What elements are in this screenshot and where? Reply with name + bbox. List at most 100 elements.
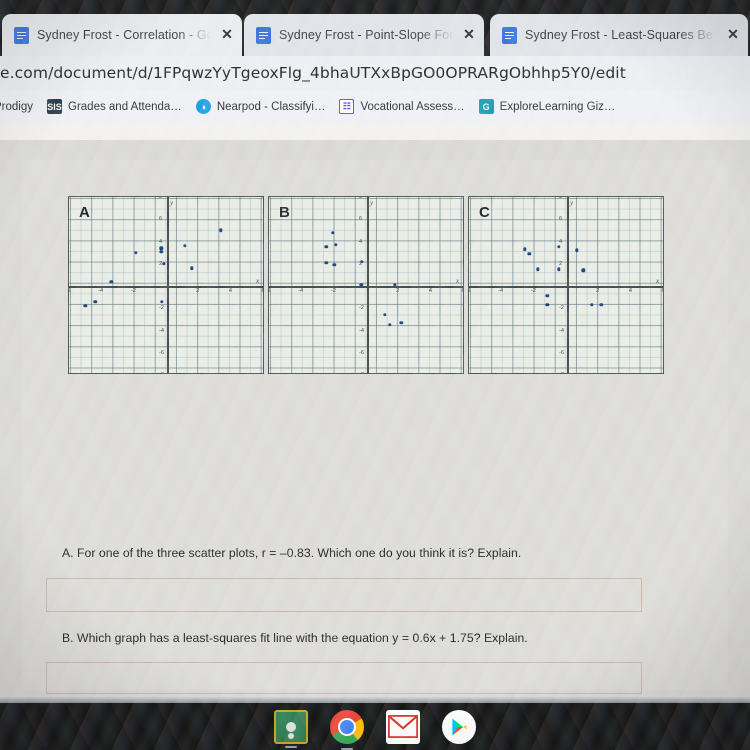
bookmark-explorelearning[interactable]: G ExploreLearning Giz…	[478, 99, 616, 114]
y-axis-label: y	[370, 199, 374, 207]
y-tick-label: -6	[359, 349, 364, 356]
y-tick-label: -2	[359, 305, 364, 312]
bezel-top	[0, 0, 750, 14]
x-tick-label: 6	[462, 288, 464, 294]
y-tick-label: -2	[159, 305, 164, 312]
question-a-text: A. For one of the three scatter plots, r…	[62, 546, 522, 560]
bookmark-grades[interactable]: SIS Grades and Attenda…	[47, 99, 182, 114]
bookmark-vocational[interactable]: ☷ Vocational Assess…	[339, 99, 465, 114]
major-gridlines	[469, 197, 663, 373]
bookmark-label: Vocational Assess…	[360, 100, 465, 113]
x-tick-label: 2	[396, 288, 400, 294]
x-tick-label: -6	[269, 288, 270, 294]
gmail-icon[interactable]	[386, 709, 420, 744]
browser-tab-1[interactable]: Sydney Frost - Correlation - Goog ✕	[2, 14, 242, 56]
nearpod-icon: ◑	[195, 99, 211, 114]
chromeos-shelf	[0, 703, 750, 750]
major-gridlines	[69, 197, 263, 373]
x-tick-label: 4	[628, 288, 632, 294]
y-tick-label: 4	[559, 238, 563, 245]
y-axis-label: y	[170, 199, 174, 207]
y-tick-label: -4	[359, 327, 364, 334]
x-tick-label: -6	[69, 288, 70, 294]
x-tick-label: -2	[130, 288, 136, 294]
chromebook-screen-photo: Sydney Frost - Correlation - Goog ✕ Sydn…	[0, 0, 750, 750]
y-tick-label: -6	[559, 349, 564, 356]
y-tick-label: 8	[159, 196, 163, 200]
x-tick-label: 2	[596, 288, 600, 294]
x-tick-label: 4	[428, 288, 432, 294]
tab-title: Sydney Frost - Point-Slope Form	[279, 28, 454, 42]
bookmark-label: Prodigy	[0, 100, 33, 113]
plot-label-c: C	[479, 204, 490, 221]
browser-tab-2[interactable]: Sydney Frost - Point-Slope Form ✕	[244, 14, 484, 56]
x-tick-label: 6	[662, 288, 664, 294]
y-axis-label: y	[570, 199, 574, 207]
browser-tab-3[interactable]: Sydney Frost - Least-Squares Be ✕	[490, 14, 748, 56]
answer-b-box[interactable]	[46, 662, 642, 694]
browser-tab-strip: Sydney Frost - Correlation - Goog ✕ Sydn…	[0, 14, 750, 56]
x-tick-label: -2	[530, 288, 536, 294]
classroom-icon[interactable]	[274, 709, 308, 748]
address-bar[interactable]: e.com/document/d/1FPqwzYyTgeoxFlg_4bhaUT…	[0, 56, 750, 90]
plot-label-b: B	[279, 204, 290, 221]
x-tick-label: 2	[196, 288, 200, 294]
y-axis	[367, 197, 369, 373]
tab-close-button[interactable]: ✕	[726, 27, 740, 42]
scatter-plot-b: B xy-6-4-2246-8-6-4-22468	[268, 196, 464, 374]
scatter-plot-c: C x y -6 -4 -2 2 4 6 -8 -6 -4 -2 2 4 6 8	[468, 196, 664, 374]
google-docs-icon	[14, 26, 29, 44]
y-axis	[167, 197, 169, 373]
x-tick-label: 4	[228, 288, 232, 294]
google-docs-icon	[256, 26, 271, 44]
x-axis-label: x	[256, 277, 260, 285]
question-b-text: B. Which graph has a least-squares fit l…	[62, 631, 528, 645]
google-docs-icon	[502, 26, 517, 44]
x-axis-label: x	[656, 277, 660, 285]
bookmark-label: Nearpod - Classifyi…	[216, 100, 326, 113]
bookmarks-bar: Prodigy SIS Grades and Attenda… ◑ Nearpo…	[0, 90, 750, 123]
y-tick-label: 6	[159, 216, 163, 223]
gizmo-icon: G	[478, 99, 494, 114]
tab-close-button[interactable]: ✕	[462, 27, 476, 42]
y-tick-label: 2	[559, 260, 563, 267]
play-store-icon[interactable]	[442, 709, 476, 744]
scatter-plot-a: A xy-6-4-2246-8-6-4-22468	[68, 196, 264, 374]
y-axis	[567, 197, 569, 373]
y-tick-label: 8	[559, 196, 563, 200]
bookmark-label: ExploreLearning Giz…	[499, 100, 616, 113]
y-tick-label: 4	[359, 238, 363, 245]
y-tick-label: -2	[559, 305, 564, 312]
y-tick-label: 6	[359, 216, 363, 223]
scatter-plot-group: A xy-6-4-2246-8-6-4-22468 B xy-6-4-2246-…	[68, 196, 680, 374]
answer-a-box[interactable]	[46, 578, 642, 612]
x-tick-label: -4	[298, 288, 304, 294]
x-tick-label: -4	[98, 288, 104, 294]
tab-title: Sydney Frost - Least-Squares Be	[525, 28, 713, 42]
y-tick-label: 8	[359, 196, 363, 200]
x-tick-label: -6	[469, 288, 470, 294]
y-tick-label: -8	[359, 372, 364, 373]
y-tick-label: 4	[159, 238, 163, 245]
y-tick-label: -4	[559, 327, 564, 334]
bookmark-nearpod[interactable]: ◑ Nearpod - Classifyi…	[195, 99, 326, 114]
chrome-icon[interactable]	[330, 709, 364, 750]
y-tick-label: -6	[159, 349, 164, 356]
tab-close-button[interactable]: ✕	[220, 27, 234, 42]
y-tick-label: -8	[159, 372, 164, 373]
x-tick-label: -2	[330, 288, 336, 294]
bookmark-prodigy[interactable]: Prodigy	[0, 101, 33, 113]
tab-title: Sydney Frost - Correlation - Goog	[37, 28, 212, 42]
x-tick-label: -4	[498, 288, 504, 294]
url-text: e.com/document/d/1FPqwzYyTgeoxFlg_4bhaUT…	[0, 64, 626, 82]
y-tick-label: -4	[159, 327, 164, 334]
y-tick-label: -8	[559, 372, 564, 373]
major-gridlines	[269, 197, 463, 373]
sis-icon: SIS	[47, 99, 62, 114]
plot-label-a: A	[79, 204, 90, 221]
vocational-icon: ☷	[339, 99, 355, 114]
bookmark-label: Grades and Attenda…	[68, 100, 182, 113]
y-tick-label: 6	[559, 216, 563, 223]
x-axis-label: x	[456, 277, 460, 285]
x-tick-label: 6	[262, 288, 264, 294]
